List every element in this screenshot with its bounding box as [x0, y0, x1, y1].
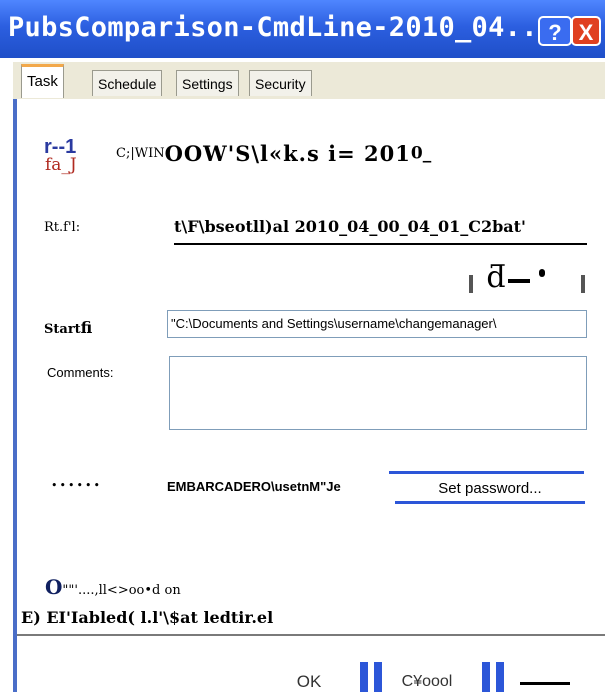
enabled-line-1-big: O	[45, 575, 63, 599]
run-value: t\F\bseotll)al 2010_04_00_04_01_C2bat'	[174, 217, 526, 236]
cancel-button[interactable]: C¥oool	[392, 671, 462, 693]
task-path-main: OOW'S\l«k.s i= 201	[164, 141, 411, 166]
apply-button-dash[interactable]	[520, 682, 570, 685]
help-button[interactable]: ?	[538, 16, 572, 46]
comments-field[interactable]	[169, 356, 587, 430]
enabled-checkbox-line[interactable]: E) EI'Iabled( l.l'\$at ledtir.el	[21, 608, 273, 627]
tab-settings[interactable]: Settings	[176, 70, 239, 96]
browse-dot	[539, 269, 545, 277]
browse-bar-right	[581, 275, 585, 293]
browse-dash	[508, 279, 530, 283]
task-path-suffix: 0_	[410, 143, 432, 164]
ok-button[interactable]: OK	[279, 671, 339, 693]
close-button[interactable]: X	[571, 16, 601, 46]
footer-separator	[17, 634, 605, 636]
apply-bar-2	[496, 662, 504, 692]
set-password-top-bar	[389, 471, 584, 474]
cancel-bar-2	[374, 662, 382, 692]
set-password-button[interactable]: Set password...	[395, 479, 585, 499]
tab-strip: Task Schedule Settings Security	[13, 62, 605, 101]
browse-glyph[interactable]: ƌ	[487, 263, 506, 293]
task-icon-text: r--1	[44, 136, 77, 158]
task-icon-subtext: fa_J	[45, 155, 77, 175]
run-field-underline	[174, 243, 587, 245]
comments-label: Comments:	[47, 365, 114, 380]
run-label: Rt.f'l:	[44, 220, 81, 235]
start-label: Startfi	[44, 318, 92, 338]
browse-bar-left	[469, 275, 473, 293]
start-in-field[interactable]: "C:\Documents and Settings\username\chan…	[167, 310, 587, 338]
apply-bar-1	[482, 662, 490, 692]
run-as-label: ••••••	[51, 479, 102, 492]
window-title: PubsComparison-CmdLine-2010_04...	[8, 12, 555, 43]
start-label-a: Start	[44, 322, 81, 337]
cancel-bar-1	[360, 662, 368, 692]
tab-task[interactable]: Task	[21, 64, 64, 98]
tab-schedule[interactable]: Schedule	[92, 70, 163, 96]
task-path-prefix: C;|WIN	[116, 146, 165, 161]
title-bar: PubsComparison-CmdLine-2010_04... ? X	[0, 0, 605, 58]
enabled-line-1-rest: ""'....,ll<>oo•d on	[62, 583, 181, 598]
task-path: C;|WINOOW'S\l«k.s i= 2010_	[116, 141, 431, 166]
set-password-bottom-bar	[395, 501, 585, 504]
enabled-line-1: O""'....,ll<>oo•d on	[45, 575, 181, 599]
tab-security[interactable]: Security	[249, 70, 312, 96]
run-as-field[interactable]: EMBARCADERO\usetnM"Je	[167, 479, 341, 494]
task-panel: r--1 fa_J C;|WINOOW'S\l«k.s i= 2010_ Rt.…	[13, 99, 605, 693]
start-label-b: fi	[80, 318, 93, 337]
